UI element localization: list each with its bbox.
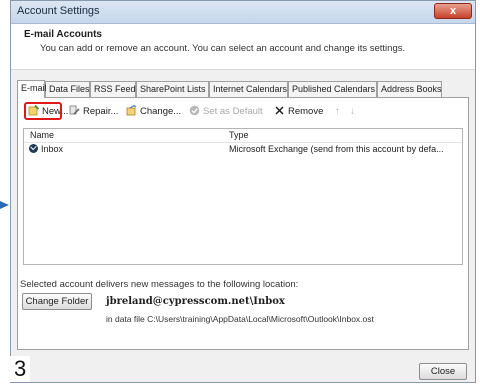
annotation-arrow-icon [0, 201, 9, 209]
account-type: Microsoft Exchange (send from this accou… [229, 144, 444, 154]
tab-published-calendars[interactable]: Published Calendars [288, 81, 377, 97]
title-bar: Account Settings x [11, 1, 475, 24]
new-button-highlight [24, 102, 62, 120]
move-down-button[interactable]: ↓ [350, 104, 355, 120]
tab-internet-calendars[interactable]: Internet Calendars [209, 81, 288, 97]
window-title: Account Settings [17, 5, 100, 17]
account-name: Inbox [41, 144, 64, 154]
set-default-button[interactable]: Set as Default [189, 104, 263, 120]
header-panel: E-mail Accounts You can add or remove an… [11, 24, 475, 70]
repair-button-label: Repair... [83, 106, 119, 117]
remove-x-icon [274, 105, 285, 116]
repair-icon [69, 105, 80, 116]
change-button[interactable]: Change... [126, 104, 181, 120]
close-button[interactable]: Close [419, 363, 467, 380]
window-close-button[interactable]: x [434, 3, 472, 19]
account-settings-dialog: Account Settings x E-mail Accounts You c… [10, 0, 476, 383]
remove-button[interactable]: Remove [274, 104, 323, 120]
tab-email[interactable]: E-mail [17, 80, 47, 98]
arrow-up-icon: ↑ [335, 106, 340, 117]
account-toolbar: New... Repair... Change... Set as Defaul… [22, 102, 462, 121]
step-number-annotation: 3 [10, 356, 31, 382]
email-tab-panel: New... Repair... Change... Set as Defaul… [17, 97, 469, 350]
tab-data-files[interactable]: Data Files [45, 81, 90, 97]
default-account-check-icon [29, 144, 38, 153]
change-icon [126, 104, 137, 116]
arrow-down-icon: ↓ [350, 106, 355, 117]
column-type[interactable]: Type [229, 130, 249, 140]
list-header: Name Type [24, 129, 462, 143]
delivery-location-label: Selected account delivers new messages t… [20, 279, 299, 290]
delivery-folder-path: jbreland@cypresscom.net\Inbox [106, 296, 285, 307]
accounts-list[interactable]: Name Type Inbox Microsoft Exchange (send… [23, 128, 463, 265]
check-circle-icon [189, 105, 200, 116]
set-default-label: Set as Default [203, 106, 263, 117]
move-up-button[interactable]: ↑ [335, 104, 340, 120]
section-title: E-mail Accounts [24, 29, 102, 40]
account-name-cell: Inbox [29, 144, 63, 154]
tab-sharepoint-lists[interactable]: SharePoint Lists [136, 81, 209, 97]
section-subtitle: You can add or remove an account. You ca… [40, 43, 406, 54]
change-button-label: Change... [140, 106, 182, 117]
tab-address-books[interactable]: Address Books [377, 81, 442, 97]
repair-button[interactable]: Repair... [69, 104, 118, 120]
data-file-path: in data file C:\Users\training\AppData\L… [106, 314, 374, 324]
list-item[interactable]: Inbox Microsoft Exchange (send from this… [24, 143, 462, 156]
column-name[interactable]: Name [30, 130, 54, 140]
change-folder-button[interactable]: Change Folder [22, 293, 92, 310]
remove-button-label: Remove [288, 106, 324, 117]
tab-rss-feeds[interactable]: RSS Feeds [90, 81, 140, 97]
